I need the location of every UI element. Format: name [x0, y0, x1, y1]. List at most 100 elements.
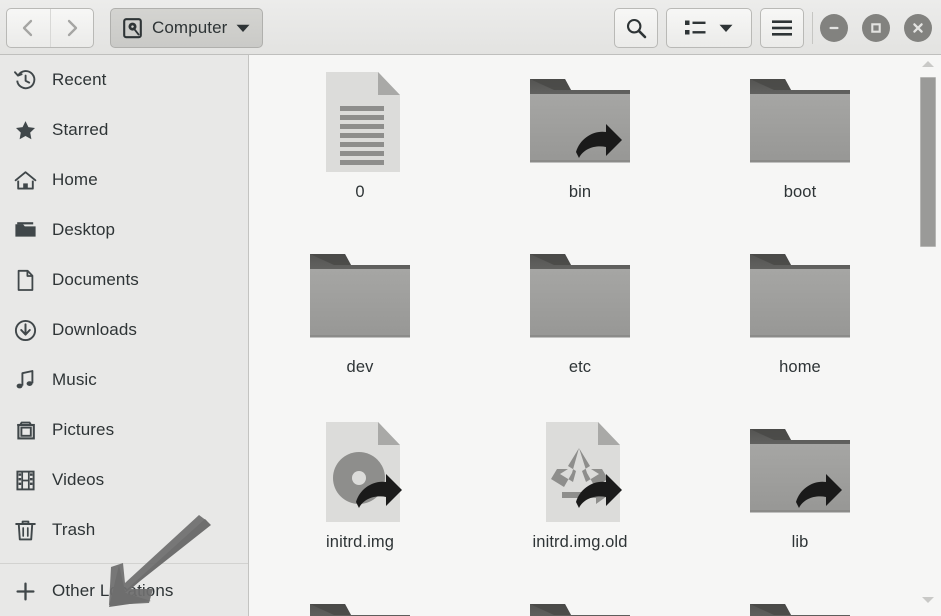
- path-bar-computer-button[interactable]: Computer: [110, 8, 264, 48]
- file-grid-area: 0 bin boot dev etc home initrd.img initr…: [250, 55, 941, 616]
- sidebar-item-label: Home: [52, 170, 98, 189]
- file-icon: [524, 238, 636, 356]
- sidebar-item-label: Documents: [52, 270, 139, 289]
- scroll-up-arrow-icon[interactable]: [922, 61, 934, 67]
- chevron-down-icon: [719, 24, 733, 32]
- sidebar: Recent Starred Home Desktop Documents Do…: [0, 55, 249, 616]
- sidebar-item-other-locations[interactable]: Other Locations: [0, 566, 248, 616]
- forward-button[interactable]: [51, 9, 94, 47]
- file-item[interactable]: boot: [690, 55, 910, 230]
- sidebar-item-label: Starred: [52, 120, 109, 139]
- sidebar-divider: [0, 563, 248, 564]
- file-icon: [524, 588, 636, 616]
- sidebar-item-label: Music: [52, 370, 97, 389]
- square-icon: [871, 23, 881, 33]
- folder-icon: [750, 79, 850, 163]
- sidebar-item-music[interactable]: Music: [0, 355, 248, 405]
- sidebar-item-label: Downloads: [52, 320, 138, 339]
- file-icon: [304, 413, 416, 531]
- maximize-button[interactable]: [862, 14, 890, 42]
- file-item[interactable]: [250, 580, 470, 616]
- sidebar-item-downloads[interactable]: Downloads: [0, 305, 248, 355]
- sidebar-item-desktop[interactable]: Desktop: [0, 205, 248, 255]
- file-icon: [524, 413, 636, 531]
- text-document-icon: [326, 72, 400, 172]
- star-icon: [14, 117, 44, 143]
- main-menu-button[interactable]: [760, 8, 804, 48]
- sidebar-item-documents[interactable]: Documents: [0, 255, 248, 305]
- sidebar-item-home[interactable]: Home: [0, 155, 248, 205]
- sidebar-item-starred[interactable]: Starred: [0, 105, 248, 155]
- minimize-button[interactable]: [820, 14, 848, 42]
- sidebar-item-recent[interactable]: Recent: [0, 55, 248, 105]
- disc-document-icon: [326, 422, 402, 522]
- folder-icon: [530, 604, 630, 616]
- minus-icon: [829, 26, 839, 30]
- trash-icon: [14, 517, 44, 543]
- hamburger-menu-icon: [772, 20, 792, 36]
- file-label: home: [779, 358, 821, 376]
- file-item[interactable]: [470, 580, 690, 616]
- file-item[interactable]: [690, 580, 910, 616]
- scroll-down-arrow-icon[interactable]: [922, 597, 934, 603]
- file-label: boot: [783, 183, 817, 201]
- file-item[interactable]: home: [690, 230, 910, 405]
- music-note-icon: [14, 367, 44, 393]
- chevron-left-icon: [23, 19, 33, 37]
- list-view-icon: [685, 20, 706, 35]
- sidebar-item-videos[interactable]: Videos: [0, 455, 248, 505]
- close-x-icon: [913, 23, 923, 33]
- file-item[interactable]: initrd.img: [250, 405, 470, 580]
- file-label: 0: [355, 183, 365, 201]
- window-controls: [820, 8, 932, 48]
- sidebar-item-trash[interactable]: Trash: [0, 505, 248, 555]
- folder-icon: [310, 604, 410, 616]
- clock-icon: [14, 67, 44, 93]
- folder-icon: [14, 217, 44, 243]
- file-icon: [304, 238, 416, 356]
- vertical-scrollbar[interactable]: [910, 55, 941, 616]
- document-icon: [14, 267, 44, 293]
- file-label: lib: [791, 533, 809, 551]
- file-item[interactable]: 0: [250, 55, 470, 230]
- recycle-document-icon: [546, 422, 622, 522]
- file-item[interactable]: dev: [250, 230, 470, 405]
- file-label: dev: [346, 358, 374, 376]
- close-button[interactable]: [904, 14, 932, 42]
- file-icon: [744, 588, 856, 616]
- sidebar-item-pictures[interactable]: Pictures: [0, 405, 248, 455]
- folder-icon: [310, 254, 410, 338]
- navigation-button-group: [6, 8, 94, 48]
- header-separator: [812, 12, 813, 44]
- file-icon: [304, 588, 416, 616]
- scrollbar-thumb[interactable]: [920, 77, 936, 247]
- back-button[interactable]: [7, 9, 51, 47]
- plus-icon: [14, 578, 44, 604]
- view-options-button[interactable]: [666, 8, 752, 48]
- chevron-down-icon: [236, 24, 250, 32]
- file-label: bin: [568, 183, 592, 201]
- home-icon: [14, 167, 44, 193]
- sidebar-item-label: Recent: [52, 70, 107, 89]
- file-label: initrd.img: [326, 533, 394, 551]
- folder-icon: [530, 254, 630, 338]
- file-item[interactable]: initrd.img.old: [470, 405, 690, 580]
- search-button[interactable]: [614, 8, 658, 48]
- file-item[interactable]: bin: [470, 55, 690, 230]
- file-icon: [744, 413, 856, 531]
- file-icon: [524, 63, 636, 181]
- file-icon: [304, 63, 416, 181]
- file-label: etc: [568, 358, 592, 376]
- folder-icon: [750, 254, 850, 338]
- file-item[interactable]: lib: [690, 405, 910, 580]
- file-grid: 0 bin boot dev etc home initrd.img initr…: [250, 55, 910, 616]
- folder-icon: [750, 429, 850, 513]
- computer-drive-icon: [123, 18, 142, 39]
- file-icon: [744, 238, 856, 356]
- sidebar-item-label: Pictures: [52, 420, 115, 439]
- search-icon: [626, 18, 647, 39]
- chevron-right-icon: [67, 19, 77, 37]
- folder-icon: [530, 79, 630, 163]
- sidebar-item-label: Videos: [52, 470, 105, 489]
- file-item[interactable]: etc: [470, 230, 690, 405]
